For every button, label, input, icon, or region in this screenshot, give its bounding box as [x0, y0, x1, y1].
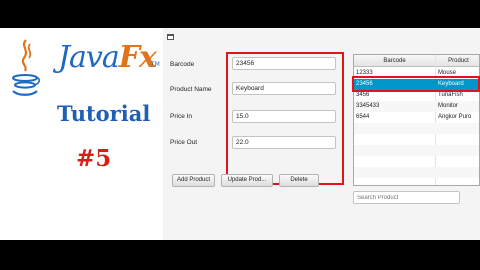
branding-panel: JavaFx TM Tutorial #5 [0, 28, 163, 240]
add-product-button[interactable]: Add Product [172, 174, 215, 187]
price-out-label: Price Out [170, 139, 198, 146]
cell-barcode: 3345433 [356, 103, 380, 109]
tutorial-title: Tutorial [57, 101, 151, 126]
barcode-label: Barcode [170, 61, 195, 68]
java-cup-icon [12, 39, 40, 96]
table-row[interactable]: 3345433 Monitor [354, 101, 479, 112]
delete-button[interactable]: Delete [279, 174, 319, 187]
cell-barcode: 6544 [356, 114, 370, 120]
table-row[interactable]: 6544 Angkor Puro [354, 112, 479, 123]
column-header-product[interactable]: Product [436, 55, 479, 67]
table-header: Barcode Product [354, 55, 479, 67]
javafx-logo-text: JavaFx [58, 40, 157, 75]
bottom-letterbox [0, 240, 480, 270]
product-table[interactable]: Barcode Product 12333 Mouse 23456 Keyboa… [353, 54, 480, 186]
cell-product: Monitor [438, 103, 459, 109]
app-window: Barcode 23456 Product Name Keyboard Pric… [163, 28, 480, 240]
trademark-mark: TM [151, 61, 160, 68]
table-row-empty [354, 156, 479, 167]
column-header-barcode[interactable]: Barcode [354, 55, 435, 67]
top-letterbox [0, 0, 480, 28]
price-in-label: Price In [170, 113, 193, 120]
row-highlight-box [352, 76, 480, 92]
fx-text: Fx [118, 40, 157, 75]
table-row-empty [354, 123, 479, 134]
search-input[interactable] [353, 191, 460, 204]
cell-product: Angkor Puro [438, 114, 472, 120]
window-icon [167, 34, 174, 40]
table-row-empty [354, 145, 479, 156]
table-row-empty [354, 134, 479, 145]
update-product-button[interactable]: Update Prod... [221, 174, 273, 187]
form-highlight-box [226, 52, 344, 185]
java-text: Java [58, 40, 120, 75]
episode-number: #5 [76, 145, 112, 172]
product-name-label: Product Name [170, 86, 212, 93]
table-row-empty [354, 167, 479, 178]
